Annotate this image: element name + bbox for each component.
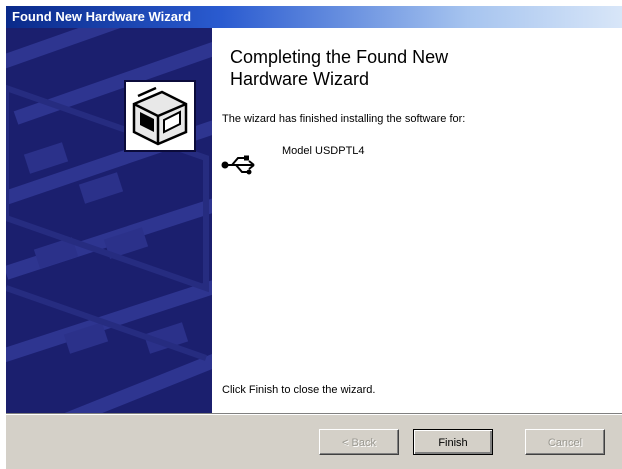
hardware-icon: [124, 80, 196, 152]
finish-button[interactable]: Finish: [413, 429, 493, 455]
device-name: Model USDPTL4: [282, 145, 365, 157]
wizard-window: Found New Hardware Wizard Completing the…: [0, 0, 622, 469]
completion-description: The wizard has finished installing the s…: [222, 113, 466, 125]
wizard-side-banner: [6, 28, 212, 413]
button-bar: < Back Finish Cancel: [6, 413, 622, 469]
usb-icon: [221, 155, 255, 175]
cancel-button[interactable]: Cancel: [525, 429, 605, 455]
back-button[interactable]: < Back: [319, 429, 399, 455]
window-title: Found New Hardware Wizard: [12, 9, 192, 24]
page-title-line-1: Completing the Found New: [230, 47, 449, 67]
finish-instruction: Click Finish to close the wizard.: [222, 384, 376, 396]
page-title: Completing the Found New Hardware Wizard: [230, 46, 610, 90]
title-bar[interactable]: Found New Hardware Wizard: [6, 6, 622, 28]
page-title-line-2: Hardware Wizard: [230, 69, 370, 89]
wizard-content: Completing the Found New Hardware Wizard…: [212, 28, 622, 413]
